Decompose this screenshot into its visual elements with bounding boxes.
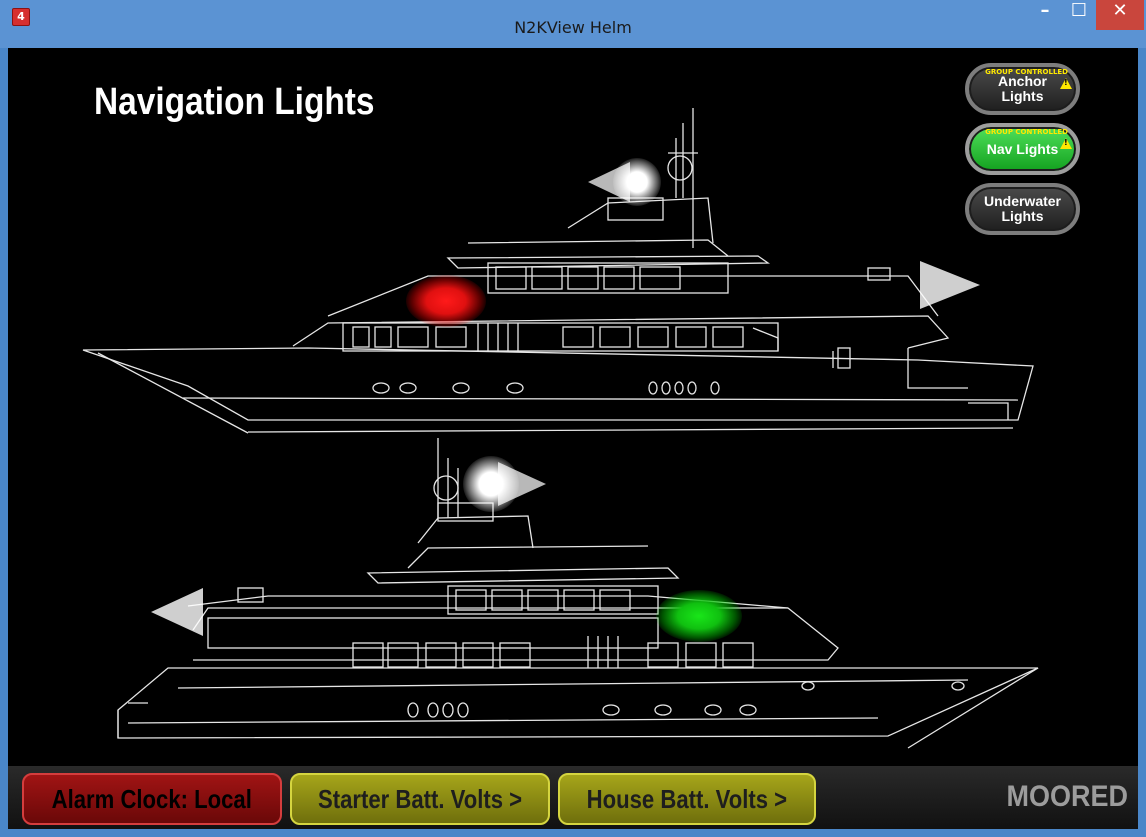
house-batt-volts-button[interactable]: House Batt. Volts >	[558, 773, 816, 825]
group-controlled-tag: GROUP CONTROLLED	[985, 68, 1068, 76]
bottom-bar: Alarm Clock: Local Starter Batt. Volts >…	[8, 766, 1138, 829]
starboard-light	[656, 590, 742, 642]
minimize-button[interactable]: –	[1028, 0, 1062, 30]
underwater-lights-label: Underwater Lights	[983, 193, 1062, 224]
underwater-lights-button[interactable]: Underwater Lights	[965, 183, 1080, 235]
alarm-clock-button[interactable]: Alarm Clock: Local	[22, 773, 282, 825]
stern-light-bottom	[151, 588, 203, 636]
nav-lights-label: Nav Lights	[986, 140, 1059, 157]
vessel-status: MOORED	[1006, 780, 1129, 813]
maximize-button[interactable]: ☐	[1062, 0, 1096, 30]
masthead-beam-bottom	[498, 462, 546, 506]
nav-lights-button[interactable]: GROUP CONTROLLED Nav Lights	[965, 123, 1080, 175]
anchor-lights-button[interactable]: GROUP CONTROLLED AnchorLights	[965, 63, 1080, 115]
stern-light-top	[920, 261, 980, 309]
anchor-lights-label: Anchor Lights	[998, 73, 1047, 104]
warning-icon	[1060, 78, 1072, 89]
window-title: N2KView Helm	[514, 18, 632, 37]
close-button[interactable]: ✕	[1096, 0, 1144, 30]
group-controlled-tag: GROUP CONTROLLED	[985, 128, 1068, 136]
alarm-clock-label: Alarm Clock: Local	[51, 783, 253, 814]
main-view: Navigation Lights GROUP CONTROLLED ! Anc…	[8, 48, 1138, 766]
starter-batt-label: Starter Batt. Volts >	[317, 783, 523, 814]
masthead-beam-top	[588, 162, 630, 202]
window-title-bar[interactable]: 4 N2KView Helm – ☐ ✕	[0, 0, 1146, 48]
warning-icon	[1060, 138, 1072, 149]
house-batt-label: House Batt. Volts >	[586, 783, 788, 814]
port-light	[406, 275, 486, 327]
starter-batt-volts-button[interactable]: Starter Batt. Volts >	[290, 773, 550, 825]
